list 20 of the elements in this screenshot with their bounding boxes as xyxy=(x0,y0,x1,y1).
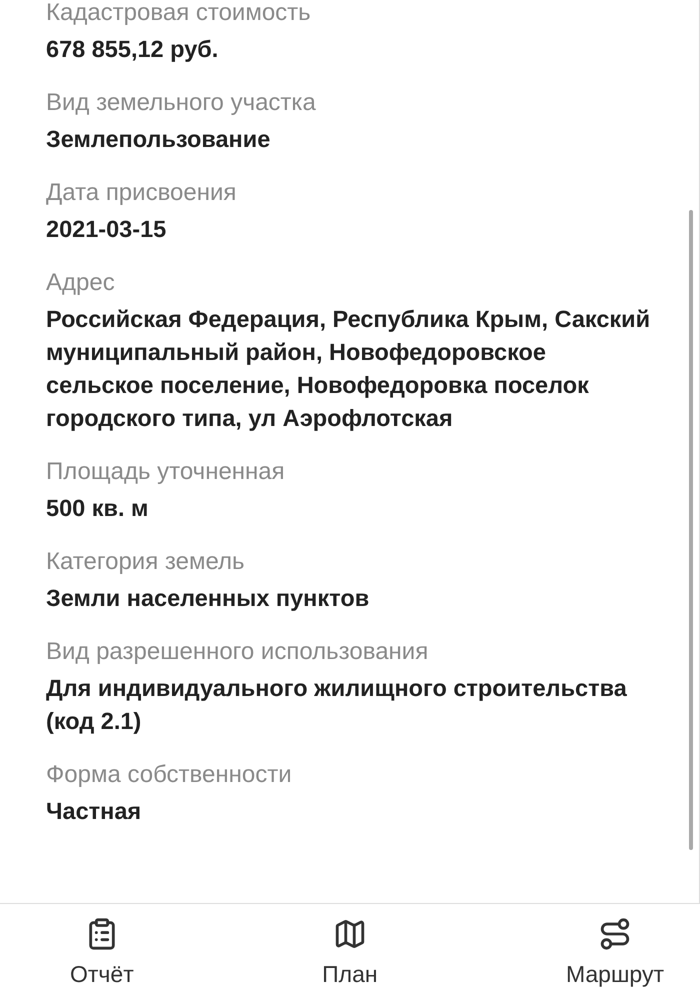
field-value: Российская Федерация, Республика Крым, Сакский муниципальный район, Новофедоровское сельское поселение, Новофедоровка поселок городского типа, ул Аэрофлотская xyxy=(46,305,652,433)
nav-tab[interactable]: Отчёт xyxy=(70,916,134,988)
field-value: 500 кв. м xyxy=(46,494,150,523)
field-label: Площадь уточненная xyxy=(46,457,286,487)
field-label: Вид разрешенного использования xyxy=(46,637,430,667)
field-label: Адрес xyxy=(46,268,116,298)
nav-tab[interactable]: План xyxy=(322,916,378,988)
field-value: 2021-03-15 xyxy=(46,215,168,244)
scrollbar[interactable] xyxy=(689,210,693,850)
field-value: Для индивидуального жилищного строительства (код 2.1) xyxy=(46,674,628,736)
field-label: Вид земельного участка xyxy=(46,88,317,118)
field-value: 678 855,12 руб. xyxy=(46,35,220,64)
field-label: Кадастровая стоимость xyxy=(46,0,312,28)
field-label: Дата присвоения xyxy=(46,178,238,208)
field-label: Категория земель xyxy=(46,547,246,577)
nav-tab[interactable]: Маршрут xyxy=(566,916,664,988)
field-value: Земли населенных пунктов xyxy=(46,584,370,613)
field-value: Землепользование xyxy=(46,125,272,154)
field-value: Частная xyxy=(46,797,142,826)
field-label: Форма собственности xyxy=(46,760,293,790)
